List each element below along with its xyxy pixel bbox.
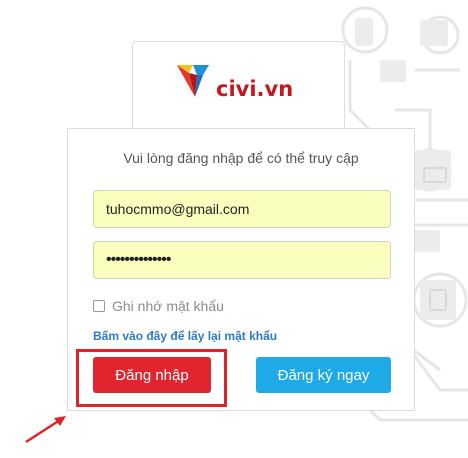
- remember-me[interactable]: Ghi nhớ mật khẩu: [93, 298, 224, 314]
- login-title: Vui lòng đăng nhập để có thể truy cập: [123, 150, 359, 166]
- password-field[interactable]: [93, 241, 391, 279]
- logo-text: civi.vn: [216, 77, 294, 101]
- login-form: Vui lòng đăng nhập để có thể truy cập Gh…: [67, 128, 415, 411]
- annotation-arrow-icon: [25, 416, 66, 444]
- login-button[interactable]: Đăng nhập: [93, 357, 211, 393]
- remember-label: Ghi nhớ mật khẩu: [112, 298, 224, 314]
- email-field[interactable]: [93, 190, 391, 228]
- remember-checkbox[interactable]: [93, 300, 105, 312]
- forgot-password-link[interactable]: Bấm vào đây để lấy lại mật khẩu: [93, 329, 277, 343]
- civi-logo-icon: [177, 65, 209, 97]
- logo-card: civi.vn: [132, 41, 345, 136]
- register-button[interactable]: Đăng ký ngay: [256, 357, 391, 393]
